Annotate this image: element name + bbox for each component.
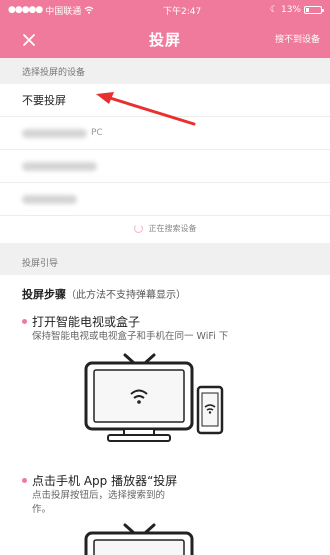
tv-illustration-2	[84, 523, 194, 555]
searching-text: 正在搜索设备	[148, 223, 197, 233]
step-2-title-text: 点击手机 App 播放器“投屏	[32, 474, 178, 488]
bullet-icon	[22, 319, 27, 324]
guide-section-label: 投屏引导	[0, 249, 330, 275]
step-1-title: 打开智能电视或盒子	[22, 313, 140, 330]
step-1-desc: 保持智能电视或电视盒子和手机在同一 WiFi 下	[32, 331, 229, 342]
device-item-label: 不要投屏	[22, 94, 66, 107]
status-wifi-icon	[84, 6, 94, 14]
guide-title-text: 投屏步骤	[22, 288, 66, 301]
page-title: 投屏	[148, 30, 181, 49]
blurred-device-name	[22, 194, 77, 204]
searching-status: 正在搜索设备	[0, 213, 330, 243]
cannot-find-device-link[interactable]: 搜不到设备	[275, 32, 320, 45]
carrier-label: 中国联通	[45, 6, 82, 17]
device-section-label: 选择投屏的设备	[0, 58, 330, 84]
battery-icon	[304, 6, 324, 14]
device-item[interactable]: PC	[0, 117, 330, 150]
step-1-title-text: 打开智能电视或盒子	[32, 315, 141, 329]
device-item[interactable]	[0, 183, 330, 216]
tv-illustration	[84, 353, 224, 442]
status-bar: ●●●●● 中国联通 下午2:47 ☾ 13%	[0, 0, 330, 20]
signal-icon: ●●●●●	[8, 5, 43, 15]
battery-percent: 13%	[280, 5, 301, 15]
guide-title-note: （此方法不支持弹幕显示）	[66, 290, 186, 301]
device-item[interactable]	[0, 150, 330, 183]
loading-spinner-icon	[133, 223, 143, 233]
step-2-desc: 点击投屏按钮后，选择搜索到的	[32, 490, 166, 501]
nav-bar: 投屏 搜不到设备	[0, 20, 330, 58]
device-name-suffix: PC	[91, 128, 103, 138]
blurred-device-name	[22, 128, 87, 138]
moon-icon: ☾	[269, 5, 278, 15]
guide-panel: 投屏步骤（此方法不支持弹幕显示） 打开智能电视或盒子 保持智能电视或电视盒子和手…	[0, 275, 330, 555]
guide-title: 投屏步骤（此方法不支持弹幕显示）	[22, 286, 186, 302]
step-2-desc-cont: 作。	[32, 504, 52, 515]
status-time: 下午2:47	[162, 6, 202, 17]
bullet-icon	[22, 478, 27, 483]
device-list: 不要投屏 PC 正在搜索设备	[0, 84, 330, 243]
app-header: ●●●●● 中国联通 下午2:47 ☾ 13% 投屏 搜不到设备	[0, 0, 330, 58]
step-2-title: 点击手机 App 播放器“投屏	[22, 472, 177, 489]
blurred-device-name	[22, 161, 97, 171]
tv-base	[107, 434, 171, 442]
close-icon[interactable]	[18, 29, 40, 51]
device-item-none[interactable]: 不要投屏	[0, 84, 330, 117]
